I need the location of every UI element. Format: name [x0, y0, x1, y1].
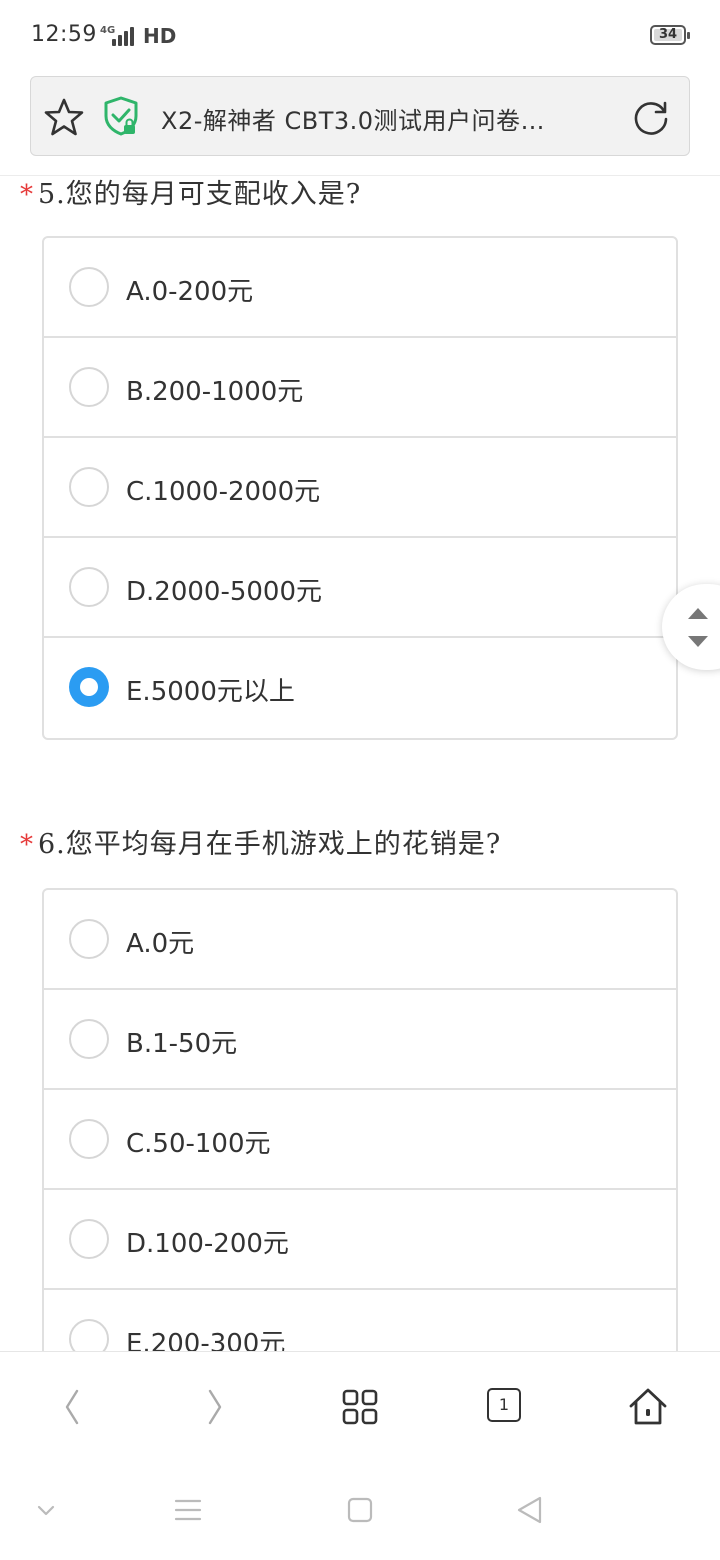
back-icon[interactable]	[50, 1385, 94, 1429]
hd-indicator: HD	[143, 24, 177, 48]
address-bar[interactable]: X2-解神者 CBT3.0测试用户问卷…	[30, 76, 690, 156]
option-label: E.5000元以上	[126, 677, 295, 707]
radio-button[interactable]	[69, 367, 109, 407]
radio-button[interactable]	[69, 1319, 109, 1351]
signal-icon	[112, 26, 138, 46]
option-item[interactable]: D.100-200元	[44, 1190, 676, 1290]
option-item[interactable]: E.5000元以上	[44, 638, 676, 738]
tab-count: 1	[487, 1388, 521, 1422]
recent-apps-icon[interactable]	[168, 1490, 208, 1530]
radio-button[interactable]	[69, 567, 109, 607]
required-mark: *	[20, 830, 34, 860]
radio-button[interactable]	[69, 467, 109, 507]
bookmark-star-icon[interactable]	[44, 97, 84, 137]
option-label: C.1000-2000元	[126, 477, 321, 507]
question-text: 6.您平均每月在手机游戏上的花销是?	[38, 829, 502, 860]
question-title: * 5.您的每月可支配收入是?	[20, 172, 361, 211]
home-icon[interactable]	[626, 1385, 670, 1429]
status-time: 12:59	[31, 22, 97, 47]
radio-button[interactable]	[69, 1119, 109, 1159]
option-item[interactable]: C.1000-2000元	[44, 438, 676, 538]
radio-button[interactable]	[69, 919, 109, 959]
option-list: A.0-200元 B.200-1000元 C.1000-2000元 D.2000…	[42, 236, 678, 740]
option-label: C.50-100元	[126, 1129, 271, 1159]
option-label: A.0元	[126, 929, 195, 959]
radio-button[interactable]	[69, 267, 109, 307]
option-label: E.200-300元	[126, 1329, 286, 1351]
option-list: A.0元 B.1-50元 C.50-100元 D.100-200元 E.200-…	[42, 888, 678, 1351]
forward-icon[interactable]	[193, 1385, 237, 1429]
option-item[interactable]: A.0-200元	[44, 238, 676, 338]
battery-level: 34	[658, 27, 678, 42]
hide-nav-icon[interactable]	[26, 1490, 66, 1530]
option-item[interactable]: D.2000-5000元	[44, 538, 676, 638]
option-label: B.1-50元	[126, 1029, 238, 1059]
status-bar: 12:59 4G HD 34	[0, 0, 720, 72]
option-item[interactable]: B.1-50元	[44, 990, 676, 1090]
required-mark: *	[20, 180, 34, 210]
option-item[interactable]: E.200-300元	[44, 1290, 676, 1351]
question-text: 5.您的每月可支配收入是?	[38, 179, 362, 210]
radio-button[interactable]	[69, 1019, 109, 1059]
option-item[interactable]: A.0元	[44, 890, 676, 990]
option-label: D.2000-5000元	[126, 577, 323, 607]
option-item[interactable]: C.50-100元	[44, 1090, 676, 1190]
security-shield-icon[interactable]	[101, 95, 141, 137]
browser-toolbar: 1	[0, 1351, 720, 1460]
page-title[interactable]: X2-解神者 CBT3.0测试用户问卷…	[161, 101, 581, 136]
reload-icon[interactable]	[631, 97, 671, 137]
back-triangle-icon[interactable]	[510, 1490, 550, 1530]
option-label: A.0-200元	[126, 277, 254, 307]
option-label: B.200-1000元	[126, 377, 304, 407]
system-nav-bar	[0, 1460, 720, 1560]
radio-button[interactable]	[69, 1219, 109, 1259]
menu-grid-icon[interactable]	[338, 1385, 382, 1429]
home-square-icon[interactable]	[340, 1490, 380, 1530]
option-item[interactable]: B.200-1000元	[44, 338, 676, 438]
scroll-down-icon[interactable]	[688, 636, 708, 647]
tabs-button[interactable]: 1	[482, 1385, 526, 1429]
radio-button-selected[interactable]	[69, 667, 109, 707]
battery-icon: 34	[650, 25, 690, 45]
question-title: * 6.您平均每月在手机游戏上的花销是?	[20, 822, 501, 861]
scroll-up-icon[interactable]	[688, 608, 708, 619]
option-label: D.100-200元	[126, 1229, 289, 1259]
